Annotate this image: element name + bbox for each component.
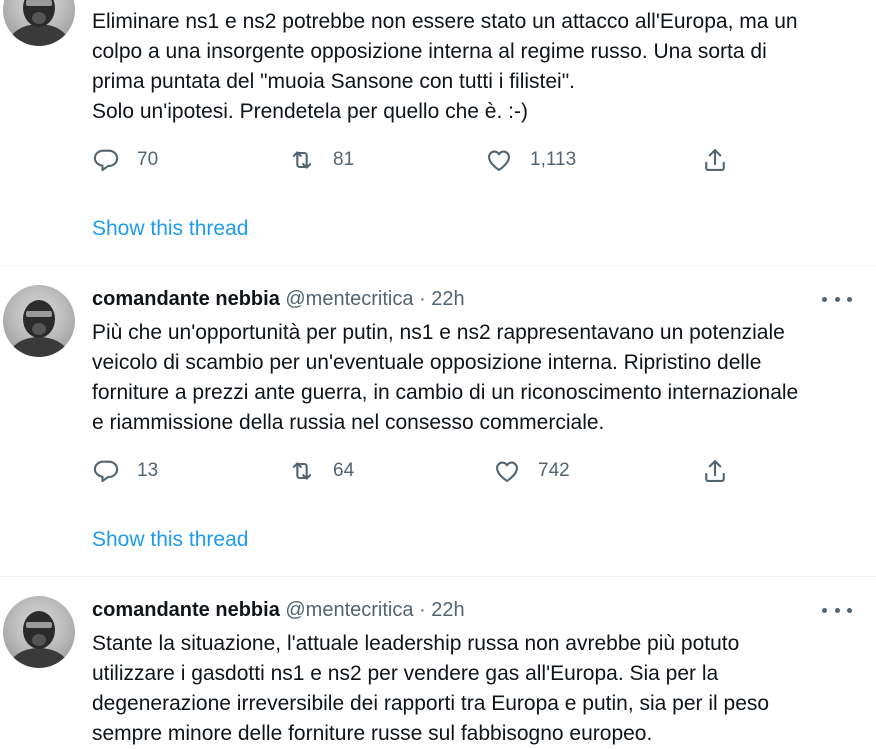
author-handle[interactable]: @mentecritica bbox=[285, 599, 413, 621]
tweet-actions: 70 81 1,113 bbox=[92, 145, 742, 175]
show-thread-link[interactable]: Show this thread bbox=[92, 217, 248, 241]
reply-icon bbox=[93, 460, 119, 483]
avatar[interactable] bbox=[3, 0, 75, 46]
reply-button[interactable]: 70 bbox=[92, 145, 158, 175]
author-handle[interactable]: @mentecritica bbox=[285, 288, 413, 310]
like-button[interactable]: 742 bbox=[493, 456, 570, 486]
share-button[interactable] bbox=[701, 145, 729, 175]
share-button[interactable] bbox=[701, 456, 729, 486]
tweet-actions: 13 64 742 bbox=[92, 456, 742, 486]
tweet-feed: Eliminare ns1 e ns2 potrebbe non essere … bbox=[0, 0, 876, 745]
tweet[interactable]: Eliminare ns1 e ns2 potrebbe non essere … bbox=[0, 0, 876, 265]
like-icon bbox=[496, 461, 518, 482]
tweet[interactable]: comandante nebbia @mentecritica · 22h St… bbox=[0, 577, 876, 745]
show-thread-link[interactable]: Show this thread bbox=[92, 528, 248, 552]
avatar[interactable] bbox=[3, 596, 75, 668]
retweet-count: 64 bbox=[333, 460, 355, 481]
like-count: 742 bbox=[538, 460, 570, 481]
like-button[interactable]: 1,113 bbox=[485, 145, 576, 175]
timestamp[interactable]: 22h bbox=[431, 288, 464, 310]
retweet-button[interactable]: 64 bbox=[288, 456, 354, 486]
more-options-button[interactable] bbox=[822, 289, 852, 309]
reply-icon bbox=[93, 149, 119, 172]
like-count: 1,113 bbox=[530, 149, 577, 170]
tweet-text: Più che un'opportunità per putin, ns1 e … bbox=[92, 321, 799, 434]
author-name[interactable]: comandante nebbia bbox=[92, 599, 280, 621]
share-icon bbox=[705, 460, 725, 482]
tweet-header: comandante nebbia @mentecritica · 22h bbox=[92, 288, 465, 311]
reply-button[interactable]: 13 bbox=[92, 456, 158, 486]
tweet-text: Eliminare ns1 e ns2 potrebbe non essere … bbox=[92, 10, 798, 123]
retweet-icon bbox=[292, 151, 312, 169]
reply-count: 70 bbox=[137, 149, 159, 170]
more-options-button[interactable] bbox=[822, 600, 852, 620]
separator-dot: · bbox=[419, 599, 426, 621]
tweet-header: comandante nebbia @mentecritica · 22h bbox=[92, 599, 465, 622]
more-options-icon bbox=[822, 296, 827, 302]
retweet-icon bbox=[292, 462, 312, 480]
timestamp[interactable]: 22h bbox=[431, 599, 464, 621]
tweet[interactable]: comandante nebbia @mentecritica · 22h Pi… bbox=[0, 266, 876, 576]
retweet-count: 81 bbox=[333, 149, 355, 170]
retweet-button[interactable]: 81 bbox=[288, 145, 354, 175]
like-icon bbox=[488, 150, 510, 171]
share-icon bbox=[705, 149, 725, 171]
separator-dot: · bbox=[419, 288, 426, 310]
reply-count: 13 bbox=[137, 460, 159, 481]
avatar[interactable] bbox=[3, 285, 75, 357]
tweet-text: Stante la situazione, l'attuale leadersh… bbox=[92, 632, 770, 745]
more-options-icon bbox=[822, 607, 827, 613]
author-name[interactable]: comandante nebbia bbox=[92, 288, 280, 310]
